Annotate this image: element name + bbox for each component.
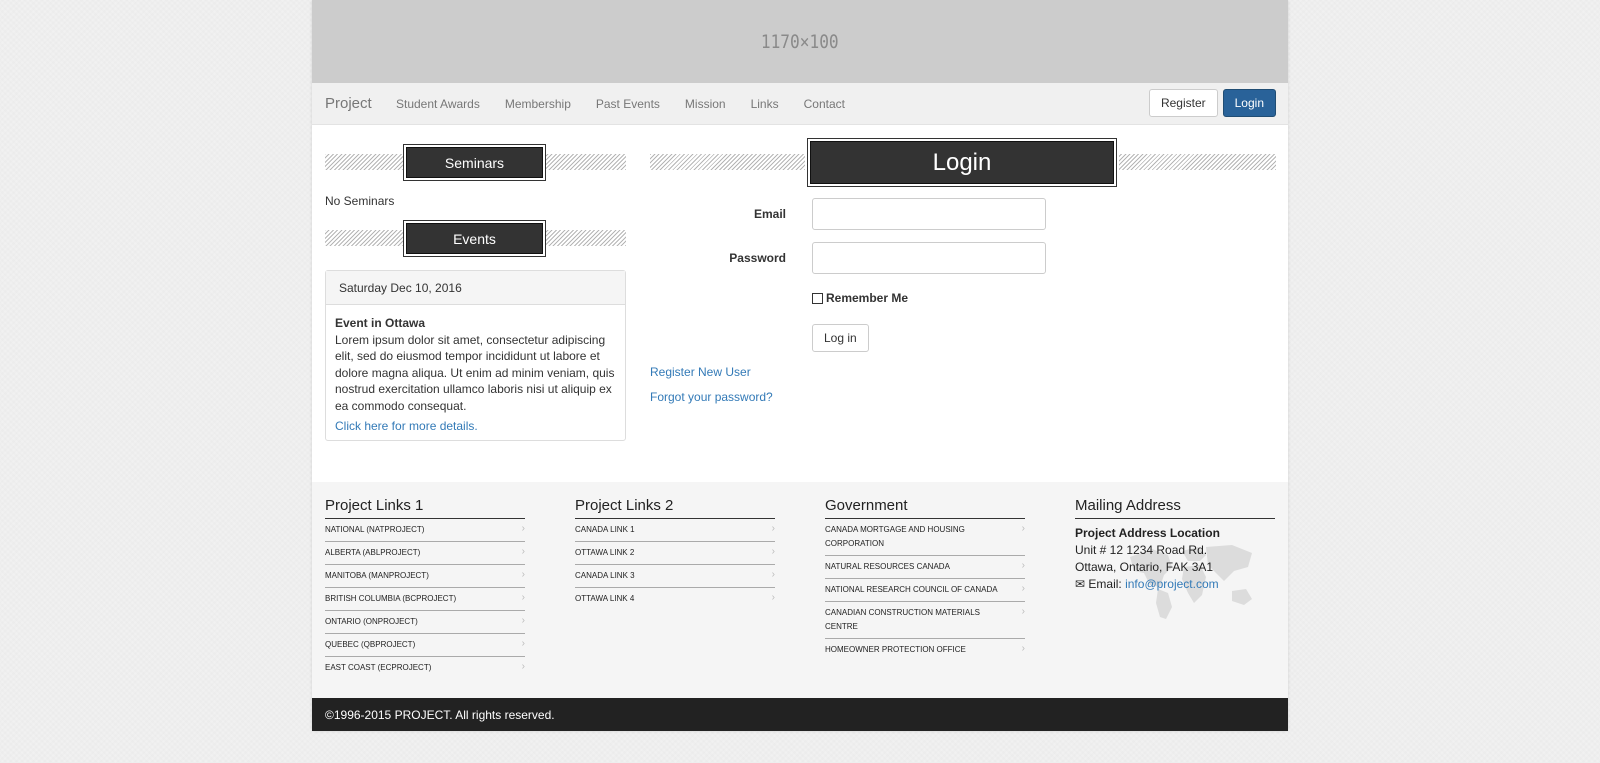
address-line-2: Ottawa, Ontario, FAK 3A1 xyxy=(1075,560,1214,574)
login-button[interactable]: Login xyxy=(1222,89,1276,117)
no-seminars-text: No Seminars xyxy=(325,194,395,208)
password-label: Password xyxy=(729,251,786,265)
seminars-hatch-right xyxy=(546,154,626,170)
chevron-right-icon: › xyxy=(1021,643,1025,654)
footer-link[interactable]: Alberta (ABLPROJECT) › xyxy=(325,542,525,565)
forgot-password-link[interactable]: Forgot your password? xyxy=(650,390,773,404)
nav-item-mission[interactable]: Mission xyxy=(685,97,726,111)
address-line-1: Unit # 12 1234 Road Rd. xyxy=(1075,543,1208,557)
footer-link[interactable]: National Research Council of Canada › xyxy=(825,579,1025,602)
footer-col-title: Project Links 1 xyxy=(325,497,525,519)
email-label: Email: xyxy=(1088,577,1122,591)
footer-link[interactable]: Quebec (QBPROJECT) › xyxy=(325,634,525,657)
events-hatch-left xyxy=(325,230,403,246)
footer-link[interactable]: Ottawa Link 2 › xyxy=(575,542,775,565)
copyright-bar: ©1996-2015 PROJECT. All rights reserved. xyxy=(312,698,1288,731)
footer-link[interactable]: Natural Resources Canada › xyxy=(825,556,1025,579)
nav-item-student-awards[interactable]: Student Awards xyxy=(396,97,480,111)
nav-actions: Register Login xyxy=(1148,89,1276,117)
email-label: Email xyxy=(753,207,786,221)
footer-link-list: National (NATPROJECT) › Alberta (ABLPROJE… xyxy=(325,519,525,680)
footer-col-title: Mailing Address xyxy=(1075,497,1275,519)
footer-link[interactable]: British Columbia (BCPROJECT) › xyxy=(325,588,525,611)
footer-link[interactable]: Canadian Construction Materials Centre › xyxy=(825,602,1025,639)
chevron-right-icon: › xyxy=(521,615,525,626)
events-hatch-right xyxy=(546,230,626,246)
login-hatch-right xyxy=(1119,154,1276,170)
footer-link[interactable]: Canada Link 3 › xyxy=(575,565,775,588)
chevron-right-icon: › xyxy=(771,523,775,534)
nav-menu: Student Awards Membership Past Events Mi… xyxy=(396,97,870,111)
chevron-right-icon: › xyxy=(771,546,775,557)
footer-col-government: Government Canada Mortgage and Housing C… xyxy=(825,497,1025,662)
footer-link[interactable]: Canada Mortgage and Housing Corporation › xyxy=(825,519,1025,556)
password-field[interactable] xyxy=(812,242,1046,274)
login-hatch-left xyxy=(650,154,805,170)
nav-item-membership[interactable]: Membership xyxy=(505,97,571,111)
seminars-hatch-left xyxy=(325,154,403,170)
register-button[interactable]: Register xyxy=(1148,89,1218,117)
event-details-link[interactable]: Click here for more details. xyxy=(335,418,616,435)
chevron-right-icon: › xyxy=(1021,560,1025,571)
chevron-right-icon: › xyxy=(1021,606,1025,617)
envelope-icon: ✉ xyxy=(1075,577,1086,591)
remember-checkbox[interactable] xyxy=(812,292,823,304)
chevron-right-icon: › xyxy=(771,569,775,580)
page-container: 1170×100 Project Student Awards Membersh… xyxy=(312,0,1288,731)
email-field[interactable] xyxy=(812,198,1046,230)
events-heading: Events xyxy=(403,220,546,257)
chevron-right-icon: › xyxy=(521,569,525,580)
footer-col-title: Project Links 2 xyxy=(575,497,775,519)
chevron-right-icon: › xyxy=(521,638,525,649)
event-title: Event in Ottawa xyxy=(335,316,426,330)
remember-me[interactable]: Remember Me xyxy=(812,291,908,305)
log-in-button[interactable]: Log in xyxy=(812,324,869,352)
footer-link[interactable]: Homeowner Protection Office › xyxy=(825,639,1025,662)
footer-link-list: Canada Mortgage and Housing Corporation ›… xyxy=(825,519,1025,662)
address-title: Project Address Location xyxy=(1075,526,1220,540)
nav-item-contact[interactable]: Contact xyxy=(804,97,845,111)
mailing-address: Project Address Location Unit # 12 1234 … xyxy=(1075,519,1275,619)
banner-text: 1170×100 xyxy=(761,30,839,53)
navbar: Project Student Awards Membership Past E… xyxy=(312,83,1288,125)
register-new-user-link[interactable]: Register New User xyxy=(650,365,751,379)
footer-link[interactable]: National (NATPROJECT) › xyxy=(325,519,525,542)
footer-links: Project Links 1 National (NATPROJECT) › A… xyxy=(312,482,1288,698)
chevron-right-icon: › xyxy=(771,592,775,603)
navbar-brand[interactable]: Project xyxy=(325,95,372,112)
event-body: Event in Ottawa Lorem ipsum dolor sit am… xyxy=(326,305,625,445)
footer-link[interactable]: Ontario (ONPROJECT) › xyxy=(325,611,525,634)
footer-link-list: Canada Link 1 › Ottawa Link 2 › Canada Lin… xyxy=(575,519,775,611)
seminars-heading: Seminars xyxy=(403,144,546,181)
chevron-right-icon: › xyxy=(521,661,525,672)
event-date: Saturday Dec 10, 2016 xyxy=(326,271,625,305)
footer-link[interactable]: Canada Link 1 › xyxy=(575,519,775,542)
email-link[interactable]: info@project.com xyxy=(1125,577,1219,591)
nav-item-links[interactable]: Links xyxy=(751,97,779,111)
event-panel: Saturday Dec 10, 2016 Event in Ottawa Lo… xyxy=(325,270,626,441)
footer-link[interactable]: Ottawa Link 4 › xyxy=(575,588,775,611)
address-email-row: ✉ Email: info@project.com xyxy=(1075,576,1275,593)
footer-link[interactable]: Manitoba (MANPROJECT) › xyxy=(325,565,525,588)
footer-link[interactable]: East Coast (ECPROJECT) › xyxy=(325,657,525,680)
footer-col-title: Government xyxy=(825,497,1025,519)
main-content: Seminars No Seminars Events Saturday Dec… xyxy=(312,125,1288,482)
login-heading: Login xyxy=(807,138,1117,187)
footer-col-project-links-1: Project Links 1 National (NATPROJECT) › A… xyxy=(325,497,525,680)
nav-item-past-events[interactable]: Past Events xyxy=(596,97,660,111)
footer-col-mailing-address: Mailing Address Project Address Location… xyxy=(1075,497,1275,619)
event-description: Lorem ipsum dolor sit amet, consectetur … xyxy=(335,332,615,413)
chevron-right-icon: › xyxy=(1021,523,1025,534)
chevron-right-icon: › xyxy=(521,592,525,603)
footer-col-project-links-2: Project Links 2 Canada Link 1 › Ottawa Li… xyxy=(575,497,775,611)
chevron-right-icon: › xyxy=(521,546,525,557)
remember-label: Remember Me xyxy=(826,291,909,305)
copyright-text: ©1996-2015 PROJECT. All rights reserved. xyxy=(325,707,555,722)
chevron-right-icon: › xyxy=(1021,583,1025,594)
banner-placeholder: 1170×100 xyxy=(312,0,1288,83)
chevron-right-icon: › xyxy=(521,523,525,534)
